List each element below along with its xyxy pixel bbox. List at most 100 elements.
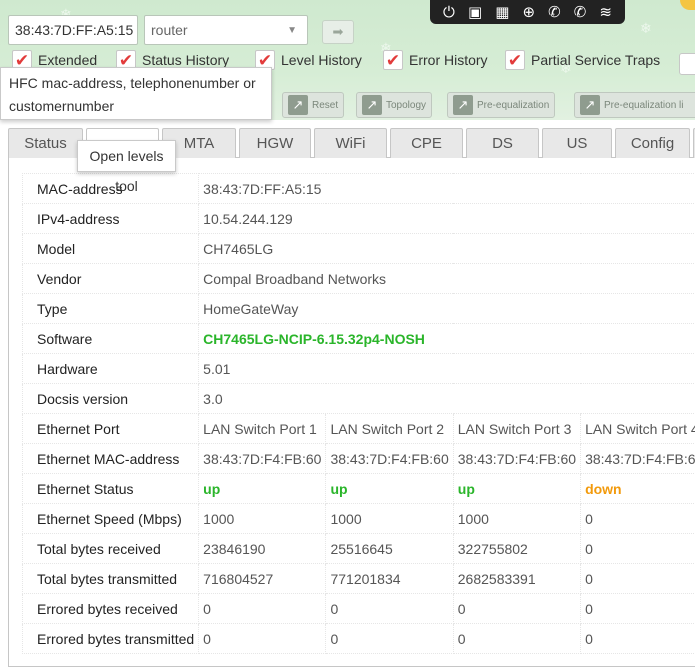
ipv4-value: 10.54.244.129 — [199, 204, 695, 234]
table-row: Ethernet Status up up up down — [23, 474, 695, 504]
ethernet-port-cell: LAN Switch Port 2 — [326, 414, 453, 444]
ethernet-mac-cell: 38:43:7D:F4:FB:60 — [326, 444, 453, 474]
ethernet-status-cell: up — [453, 474, 580, 504]
bytes-received-cell: 322755802 — [453, 534, 580, 564]
tv-icon: ▣ — [468, 3, 482, 21]
external-link-icon: ↗ — [288, 95, 308, 115]
checkmark-icon: ✔ — [383, 50, 403, 70]
mac-address-value: 38:43:7D:FF:A5:15 — [199, 174, 695, 204]
chevron-down-icon: ▼ — [287, 17, 297, 45]
go-arrow-button[interactable]: ➡ — [322, 20, 354, 44]
ethernet-port-cell: LAN Switch Port 1 — [199, 414, 326, 444]
errored-received-cell: 0 — [453, 594, 580, 624]
table-row: Errored bytes received 0 0 0 0 — [23, 594, 695, 624]
checkbox-label: Partial Service Traps — [531, 52, 660, 68]
errored-transmitted-cell: 0 — [199, 624, 326, 654]
row-label: Ethernet Status — [23, 474, 199, 504]
levels-tab-tooltip: Open levels tool — [77, 140, 176, 172]
row-label: IPv4-address — [23, 204, 199, 234]
mac-search-input[interactable]: 38:43:7D:FF:A5:15 — [8, 15, 138, 45]
ethernet-port-cell: LAN Switch Port 4 — [581, 414, 695, 444]
bytes-received-cell: 23846190 — [199, 534, 326, 564]
ethernet-port-cell: LAN Switch Port 3 — [453, 414, 580, 444]
errored-transmitted-cell: 0 — [453, 624, 580, 654]
ethernet-status-cell: up — [199, 474, 326, 504]
table-row: Software CH7465LG-NCIP-6.15.32p4-NOSH — [23, 324, 695, 354]
bytes-transmitted-cell: 0 — [581, 564, 695, 594]
bytes-received-cell: 0 — [581, 534, 695, 564]
bytes-transmitted-cell: 2682583391 — [453, 564, 580, 594]
row-label: Docsis version — [23, 384, 199, 414]
globe-icon: ⊕ — [522, 3, 535, 21]
phone-icon: ✆ — [548, 3, 561, 21]
ethernet-mac-cell: 38:43:7D:F4:FB:60 — [199, 444, 326, 474]
pre-equalization-list-button-label: Pre-equalization li — [604, 100, 684, 111]
tab-wifi[interactable]: WiFi — [314, 128, 387, 158]
checkmark-icon: ✔ — [505, 50, 525, 70]
vendor-value: Compal Broadband Networks — [199, 264, 695, 294]
tab-config[interactable]: Config — [615, 128, 690, 158]
row-label: Errored bytes received — [23, 594, 199, 624]
ethernet-speed-cell: 1000 — [326, 504, 453, 534]
topology-button[interactable]: ↗ Topology — [356, 92, 432, 118]
tab-status[interactable]: Status — [8, 128, 83, 158]
tab-hgw[interactable]: HGW — [239, 128, 311, 158]
pre-equalization-button-label: Pre-equalization — [477, 100, 549, 111]
checkbox-partial-service-traps[interactable]: ✔ Partial Service Traps — [505, 50, 660, 70]
table-row: Errored bytes transmitted 0 0 0 0 — [23, 624, 695, 654]
tab-us[interactable]: US — [542, 128, 612, 158]
table-row: Total bytes received 23846190 25516645 3… — [23, 534, 695, 564]
row-label: Type — [23, 294, 199, 324]
extra-field[interactable] — [679, 53, 695, 75]
table-row: Vendor Compal Broadband Networks — [23, 264, 695, 294]
row-label: Errored bytes transmitted — [23, 624, 199, 654]
hardware-value: 5.01 — [199, 354, 695, 384]
checkbox-label: Extended — [38, 52, 97, 68]
ethernet-speed-cell: 0 — [581, 504, 695, 534]
table-row: IPv4-address 10.54.244.129 — [23, 204, 695, 234]
status-icons-strip: ⏻ ▣ ▦ ⊕ ✆ ✆ ≋ — [430, 0, 625, 24]
ethernet-mac-cell: 38:43:7D:F4:FB:60 — [581, 444, 695, 474]
ethernet-mac-cell: 38:43:7D:F4:FB:60 — [453, 444, 580, 474]
checkbox-label: Error History — [409, 52, 488, 68]
topology-button-label: Topology — [386, 100, 426, 111]
pre-equalization-button[interactable]: ↗ Pre-equalization — [447, 92, 555, 118]
table-row: Ethernet Speed (Mbps) 1000 1000 1000 0 — [23, 504, 695, 534]
row-label: Total bytes received — [23, 534, 199, 564]
tab-ds[interactable]: DS — [466, 128, 539, 158]
table-row: Type HomeGateWay — [23, 294, 695, 324]
row-label: Model — [23, 234, 199, 264]
reset-button[interactable]: ↗ Reset — [282, 92, 344, 118]
ethernet-status-cell: up — [326, 474, 453, 504]
snowflake-icon: ❄ — [640, 20, 652, 37]
table-row: Ethernet MAC-address 38:43:7D:F4:FB:60 3… — [23, 444, 695, 474]
pre-equalization-list-button[interactable]: ↗ Pre-equalization li — [574, 92, 695, 118]
device-info-table: MAC-address 38:43:7D:FF:A5:15 IPv4-addre… — [22, 173, 695, 654]
ethernet-speed-cell: 1000 — [453, 504, 580, 534]
ethernet-speed-cell: 1000 — [199, 504, 326, 534]
image-icon: ▦ — [495, 3, 509, 21]
table-row: Docsis version 3.0 — [23, 384, 695, 414]
reset-button-label: Reset — [312, 100, 338, 111]
errored-transmitted-cell: 0 — [581, 624, 695, 654]
errored-received-cell: 0 — [581, 594, 695, 624]
tab-cpe[interactable]: CPE — [390, 128, 463, 158]
table-row: Model CH7465LG — [23, 234, 695, 264]
external-link-icon: ↗ — [362, 95, 382, 115]
docsis-value: 3.0 — [199, 384, 695, 414]
software-link[interactable]: CH7465LG-NCIP-6.15.32p4-NOSH — [199, 324, 695, 354]
checkbox-error-history[interactable]: ✔ Error History — [383, 50, 488, 70]
arrow-right-icon: ➡ — [333, 24, 344, 39]
external-link-icon: ↗ — [580, 95, 600, 115]
device-type-select[interactable]: router ▼ — [144, 15, 308, 45]
wifi-icon: ≋ — [599, 3, 612, 21]
power-icon: ⏻ — [443, 4, 455, 21]
device-type-value: router — [151, 22, 188, 38]
row-label: Vendor — [23, 264, 199, 294]
checkbox-label: Level History — [281, 52, 362, 68]
bytes-transmitted-cell: 716804527 — [199, 564, 326, 594]
table-row: Ethernet Port LAN Switch Port 1 LAN Swit… — [23, 414, 695, 444]
type-value: HomeGateWay — [199, 294, 695, 324]
errored-transmitted-cell: 0 — [326, 624, 453, 654]
mac-input-tooltip: HFC mac-address, telephonenumber or cust… — [0, 67, 272, 120]
